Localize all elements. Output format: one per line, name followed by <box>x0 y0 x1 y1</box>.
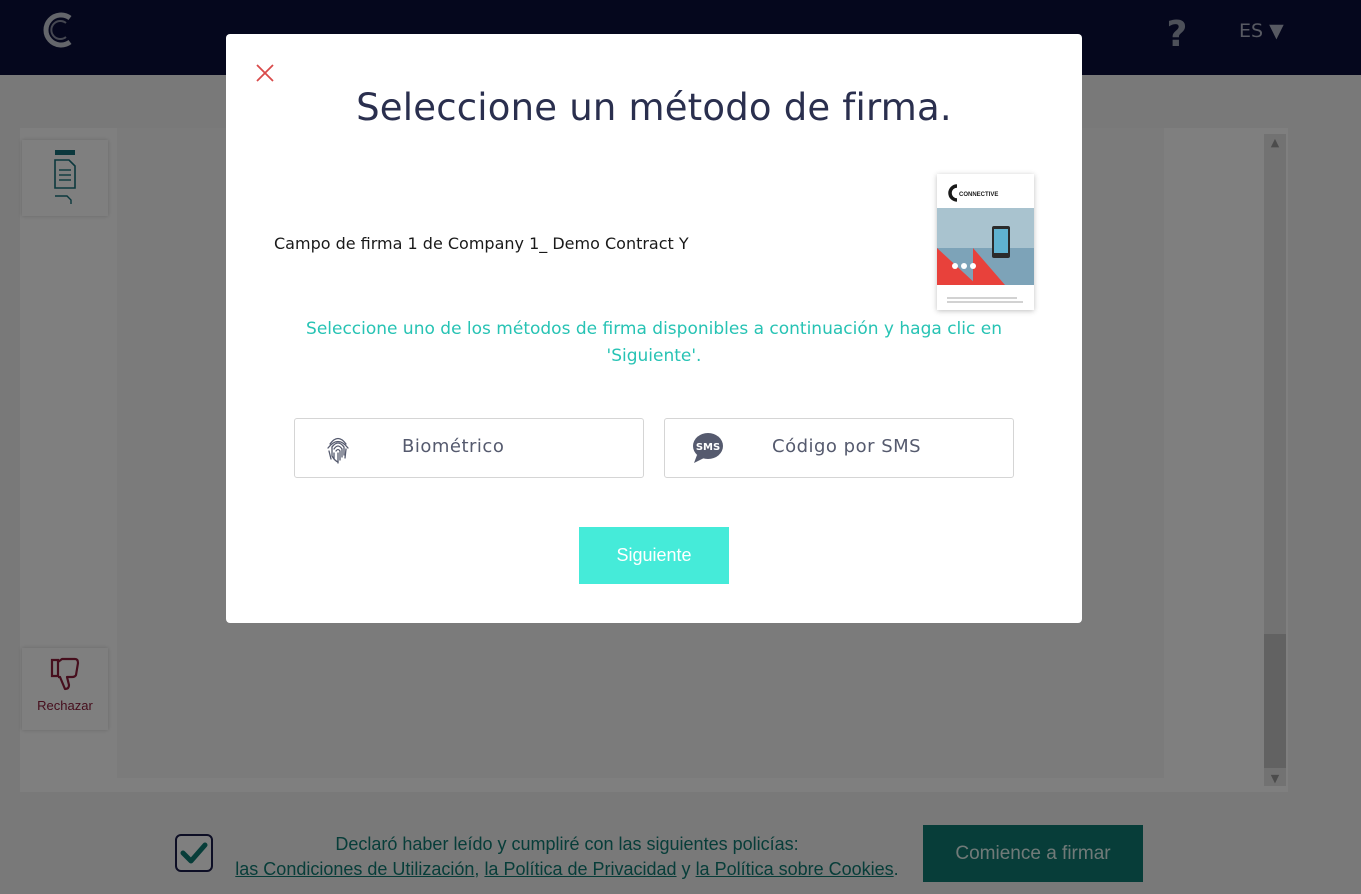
next-button[interactable]: Siguiente <box>579 527 729 584</box>
instructions-text: Seleccione uno de los métodos de firma d… <box>306 319 1002 366</box>
method-biometric-button[interactable]: Biométrico <box>294 418 644 478</box>
sms-icon: SMS <box>693 433 723 463</box>
dialog-title: Seleccione un método de firma. <box>356 86 952 129</box>
method-biometric-label: Biométrico <box>402 436 505 457</box>
method-sms-button[interactable]: SMS Código por SMS <box>664 418 1014 478</box>
close-icon[interactable] <box>254 62 276 84</box>
method-sms-label: Código por SMS <box>772 436 922 457</box>
document-thumbnail: CONNECTIVE <box>937 174 1034 310</box>
signature-field-name: Campo de firma 1 de Company 1_ Demo Cont… <box>274 234 689 253</box>
document-preview-image: CONNECTIVE <box>937 174 1034 310</box>
thumbnail-brand: CONNECTIVE <box>959 192 998 198</box>
sms-icon-text: SMS <box>696 442 720 453</box>
fingerprint-icon <box>327 437 349 464</box>
signing-method-dialog: Seleccione un método de firma. Campo de … <box>226 34 1082 623</box>
